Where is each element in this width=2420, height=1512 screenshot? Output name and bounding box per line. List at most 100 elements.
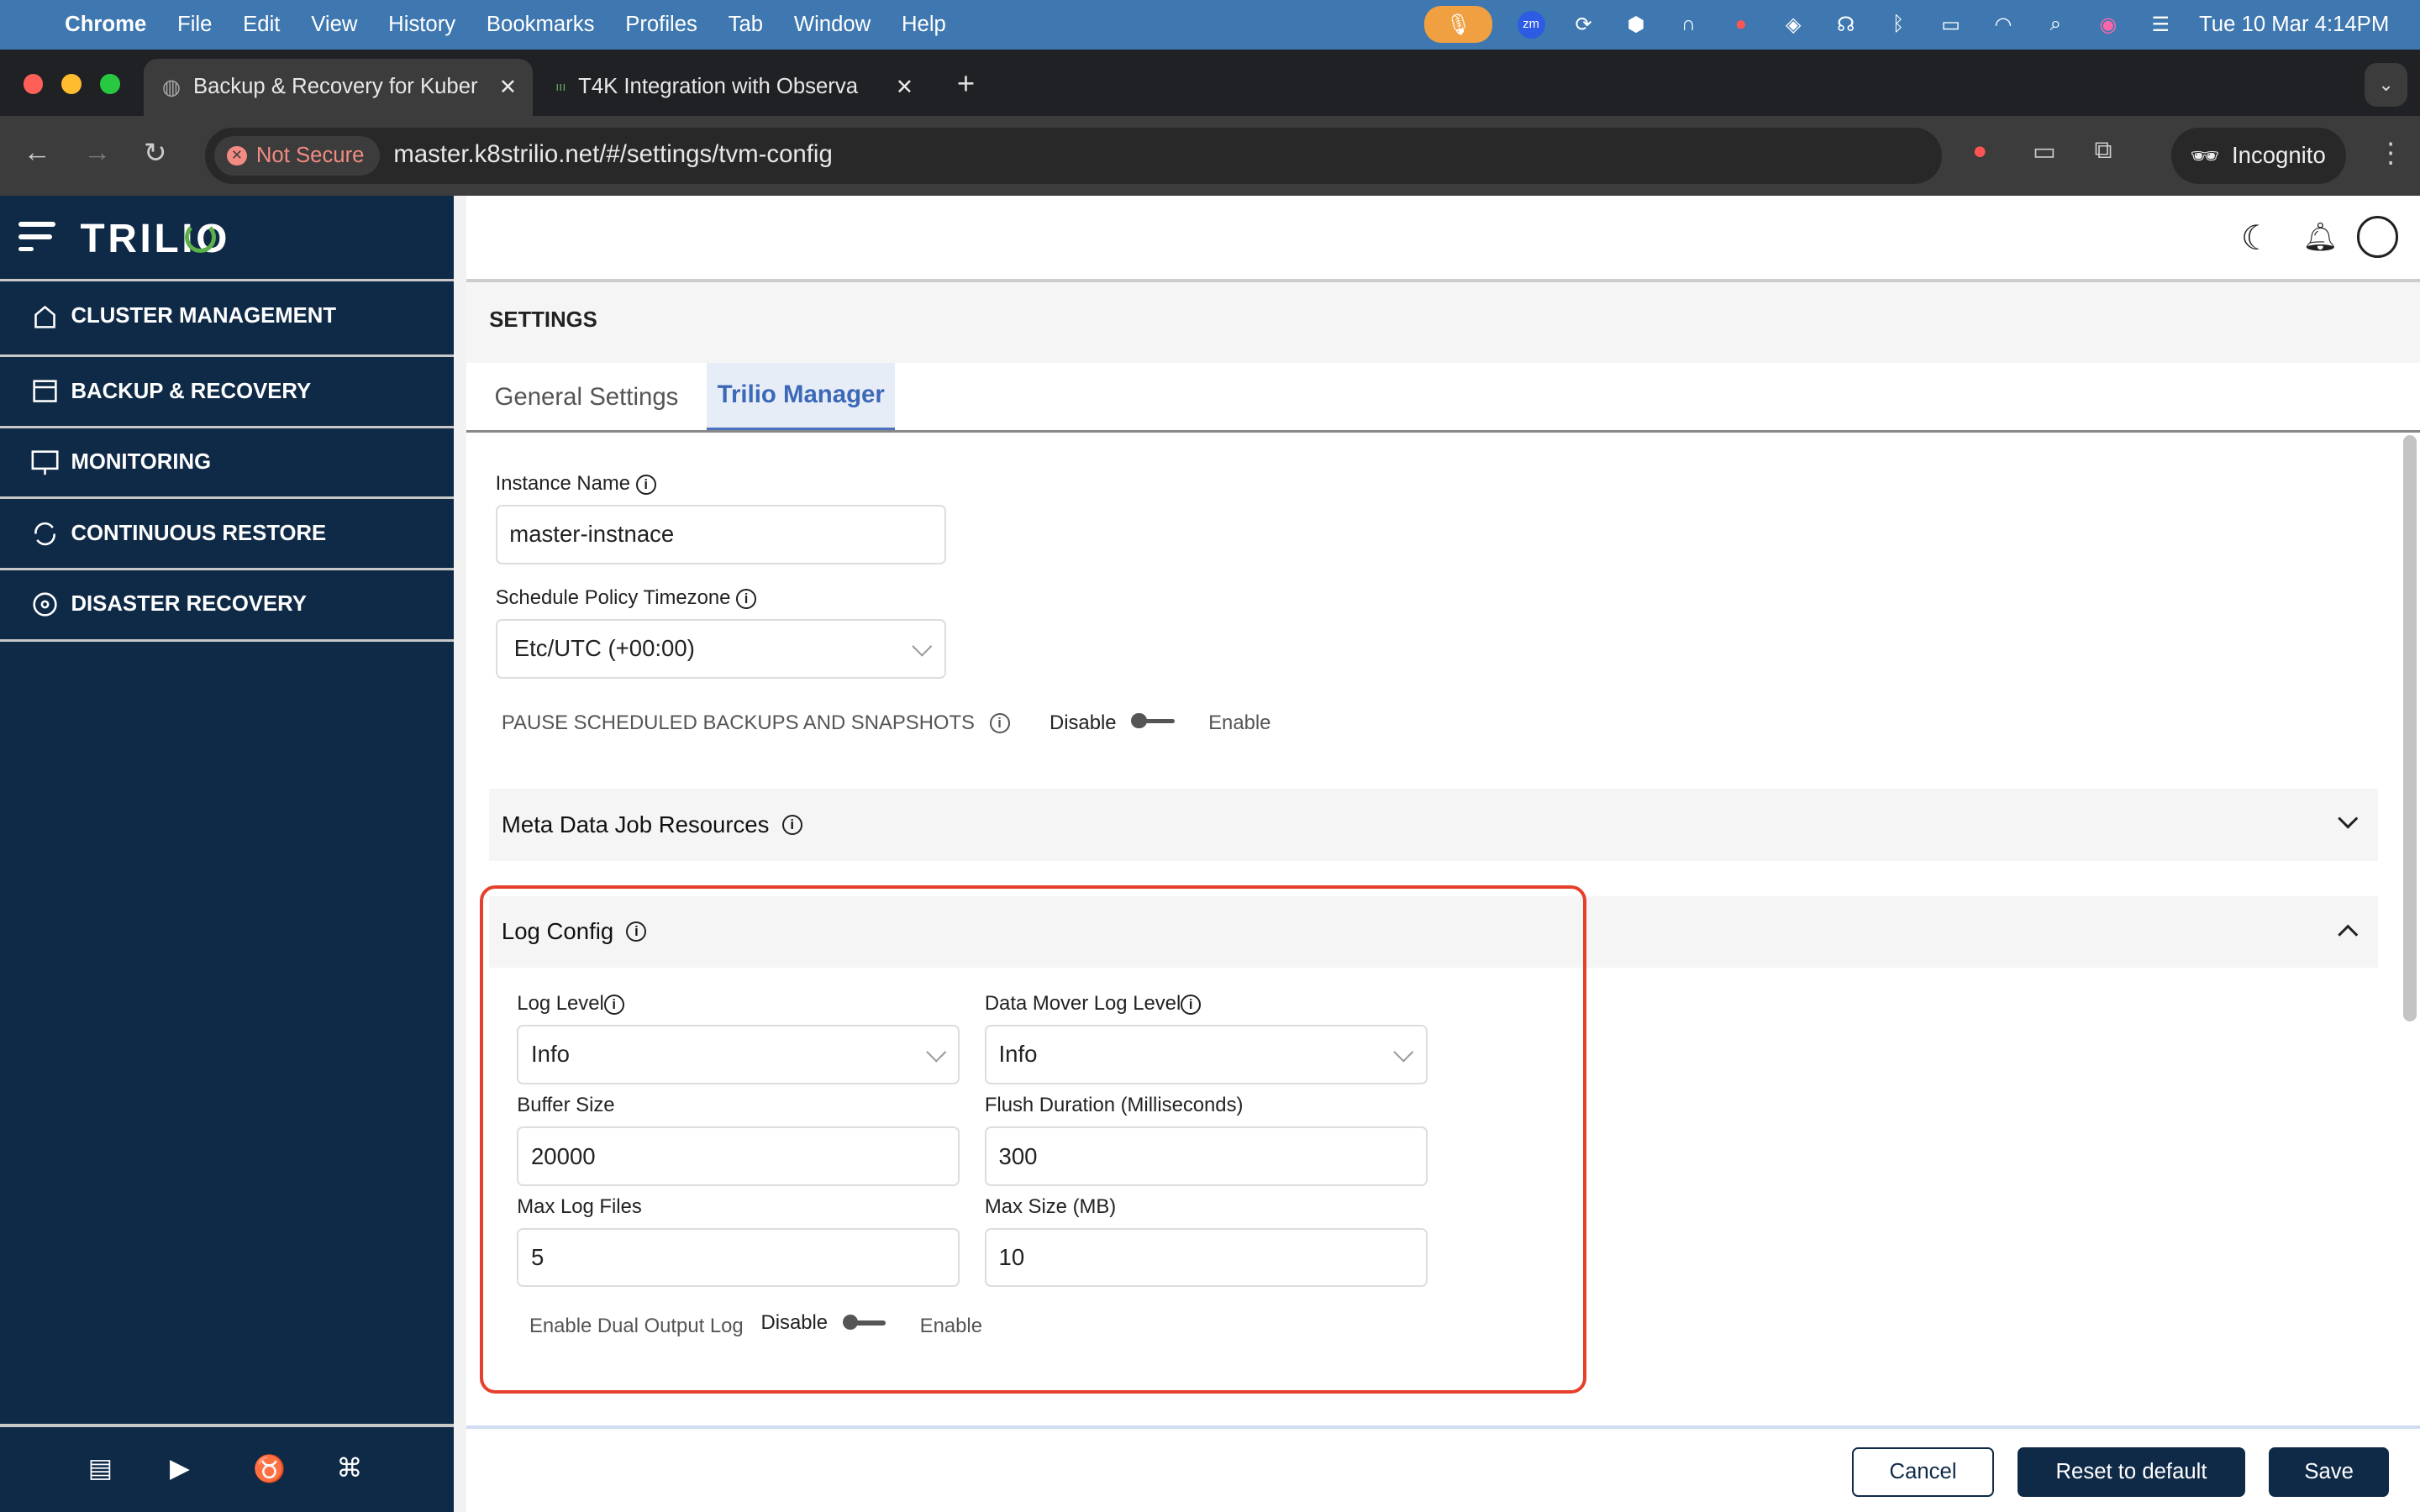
info-icon[interactable]: i xyxy=(781,814,802,835)
globe-icon: ◍ xyxy=(161,75,182,99)
monitor-icon xyxy=(31,450,59,475)
status-tray: 🎙 zm ⟳ ⬢ ∩ ● ◈ ☊ ᛒ ▭ ◠ ⌕ ◉ ☰ Tue 10 Mar … xyxy=(1424,0,2389,50)
pause-backups-toggle[interactable] xyxy=(1131,711,1175,730)
back-icon[interactable]: ← xyxy=(24,137,51,169)
more-menu-icon[interactable]: ⋮ xyxy=(2377,136,2405,170)
sidebar-item-disaster-recovery[interactable]: DISASTER RECOVERY xyxy=(0,567,454,643)
sidebar-item-label: BACKUP & RECOVERY xyxy=(71,379,312,403)
pause-enable-label: Enable xyxy=(1208,711,1271,734)
menu-app[interactable]: Chrome xyxy=(65,13,146,37)
tab-title: Backup & Recovery for Kuber xyxy=(192,75,478,99)
search-icon[interactable]: ⌕ xyxy=(2042,11,2070,39)
github-icon[interactable]: ♉ xyxy=(253,1453,286,1484)
sync-icon[interactable]: ⟳ xyxy=(1570,11,1597,39)
menu-tab[interactable]: Tab xyxy=(729,13,763,37)
chevron-up-icon[interactable] xyxy=(2338,924,2359,944)
extensions-puzzle-icon[interactable]: ⧉ xyxy=(2094,136,2112,165)
sidebar-item-continuous-restore[interactable]: CONTINUOUS RESTORE xyxy=(0,496,454,567)
save-button[interactable]: Save xyxy=(2268,1446,2390,1497)
info-icon[interactable]: i xyxy=(635,474,656,495)
sidebar-item-cluster-management[interactable]: CLUSTER MANAGEMENT xyxy=(0,279,454,349)
incognito-icon: 🕶 xyxy=(2190,142,2220,169)
headphones-icon[interactable]: ☊ xyxy=(1832,11,1860,39)
browser-tab[interactable]: ııı T4K Integration with Observa ✕ xyxy=(537,59,932,116)
meta-data-job-resources-accordion[interactable]: Meta Data Job Resources i xyxy=(489,788,2379,861)
sync-icon xyxy=(34,522,55,545)
bell-icon[interactable]: 🔔︎ xyxy=(2302,221,2338,254)
user-avatar-icon[interactable] xyxy=(2356,216,2399,258)
new-tab-button[interactable]: + xyxy=(957,66,975,102)
security-indicator[interactable]: ✕ Not Secure xyxy=(214,135,380,176)
close-tab-icon[interactable]: ✕ xyxy=(896,75,914,100)
tab-general-settings[interactable]: General Settings xyxy=(466,363,708,433)
macos-menu-bar: Chrome File Edit View History Bookmarks … xyxy=(0,0,2420,50)
siri-icon[interactable]: ◉ xyxy=(2094,11,2122,39)
hamburger-menu-icon[interactable] xyxy=(18,222,56,252)
dark-mode-icon[interactable]: ☾ xyxy=(2241,218,2271,258)
sidebar-item-backup-recovery[interactable]: BACKUP & RECOVERY xyxy=(0,354,454,425)
menu-view[interactable]: View xyxy=(311,13,357,37)
main-content: ☾ 🔔︎ SETTINGS General Settings Trilio Ma… xyxy=(466,196,2420,1512)
timezone-select[interactable]: Etc/UTC (+00:00) xyxy=(495,618,946,680)
tabs-divider xyxy=(466,430,2420,433)
docs-icon[interactable]: ▤ xyxy=(88,1453,113,1483)
info-icon[interactable]: i xyxy=(736,588,756,609)
scrollbar-thumb[interactable] xyxy=(2402,434,2417,1021)
timezone-label: Schedule Policy Timezone i xyxy=(496,586,756,610)
battery-icon[interactable]: ▭ xyxy=(1937,11,1965,39)
instance-name-input[interactable]: master-instnace xyxy=(495,504,946,565)
layers-icon[interactable]: ◈ xyxy=(1780,11,1807,39)
menu-bookmarks[interactable]: Bookmarks xyxy=(487,13,595,37)
youtube-icon[interactable]: ▶ xyxy=(170,1453,190,1483)
address-bar[interactable]: ✕ Not Secure master.k8strilio.net/#/sett… xyxy=(205,128,1942,184)
control-center-icon[interactable]: ☰ xyxy=(2147,11,2175,39)
menu-window[interactable]: Window xyxy=(794,13,871,37)
chevron-down-icon[interactable] xyxy=(2338,808,2359,829)
instance-name-label: Instance Name i xyxy=(496,472,656,496)
pause-backups-label: PAUSE SCHEDULED BACKUPS AND SNAPSHOTS i xyxy=(502,711,1010,735)
browser-tab-active[interactable]: ◍ Backup & Recovery for Kuber ✕ xyxy=(143,58,533,116)
slack-icon[interactable]: ⌘ xyxy=(336,1453,362,1483)
backup-icon xyxy=(33,380,57,402)
sidebar-item-label: CONTINUOUS RESTORE xyxy=(71,521,327,545)
reset-to-default-button[interactable]: Reset to default xyxy=(2017,1446,2246,1497)
sidebar: TRILIO CLUSTER MANAGEMENT BACKUP & RECOV… xyxy=(0,196,454,1512)
menu-help[interactable]: Help xyxy=(902,13,946,37)
menu-history[interactable]: History xyxy=(388,13,455,37)
reload-icon[interactable]: ↻ xyxy=(144,136,167,170)
favicon-icon: ııı xyxy=(555,80,566,94)
box-icon[interactable]: ⬢ xyxy=(1622,11,1649,39)
arch-icon[interactable]: ∩ xyxy=(1675,11,1702,39)
accordion-title: Meta Data Job Resources xyxy=(501,811,770,837)
sidebar-item-label: MONITORING xyxy=(71,450,212,475)
cast-icon[interactable]: ▭ xyxy=(2033,137,2056,166)
extension-icon[interactable]: ● xyxy=(1972,137,1987,165)
menu-edit[interactable]: Edit xyxy=(243,13,280,37)
microphone-icon[interactable]: 🎙 xyxy=(1424,6,1493,44)
chevron-down-icon xyxy=(912,636,932,656)
forward-icon[interactable]: → xyxy=(83,137,111,169)
tab-trilio-manager[interactable]: Trilio Manager xyxy=(707,362,896,433)
bluetooth-icon[interactable]: ᛒ xyxy=(1885,11,1912,39)
highlight-annotation xyxy=(480,885,1587,1394)
sidebar-divider xyxy=(0,1424,454,1427)
info-icon[interactable]: i xyxy=(989,713,1010,734)
incognito-badge[interactable]: 🕶 Incognito xyxy=(2171,128,2346,184)
clock[interactable]: Tue 10 Mar 4:14PM xyxy=(2199,13,2389,37)
cancel-button[interactable]: Cancel xyxy=(1852,1446,1995,1497)
warning-icon: ✕ xyxy=(226,145,247,166)
page-title: SETTINGS xyxy=(466,282,2420,363)
close-tab-icon[interactable]: ✕ xyxy=(499,75,518,100)
url-text[interactable]: master.k8strilio.net/#/settings/tvm-conf… xyxy=(393,140,832,169)
sidebar-item-monitoring[interactable]: MONITORING xyxy=(0,425,454,496)
wifi-icon[interactable]: ◠ xyxy=(1989,11,2017,39)
gutter xyxy=(453,196,466,1512)
tab-search-button[interactable]: ⌄ xyxy=(2364,63,2408,107)
profile-label: Incognito xyxy=(2231,142,2326,169)
zoom-icon[interactable]: zm xyxy=(1517,10,1545,39)
disaster-recovery-icon xyxy=(33,592,57,617)
menu-file[interactable]: File xyxy=(177,13,212,37)
record-icon[interactable]: ● xyxy=(1727,11,1754,39)
menu-profiles[interactable]: Profiles xyxy=(625,13,697,37)
home-icon xyxy=(34,305,55,328)
